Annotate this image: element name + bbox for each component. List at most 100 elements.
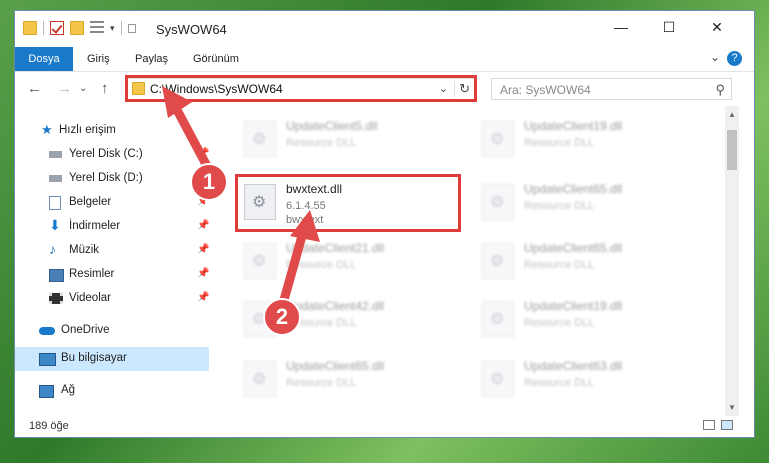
sidebar-item-label: Yerel Disk (C:) [69,148,143,160]
list-icon[interactable] [90,21,104,35]
file-description: Resource DLL [524,259,595,271]
file-name: UpdateClient21.dll [286,241,385,255]
details-view-icon[interactable] [703,420,715,430]
file-description: Resource DLL [524,200,595,212]
file-name: UpdateClient19.dll [524,299,623,313]
network-icon [39,385,54,398]
minimize-button[interactable]: — [611,19,631,35]
properties-check-icon[interactable] [50,21,64,35]
explorer-window: ▾ SysWOW64 — ☐ ✕ Dosya Giriş Paylaş Görü… [14,10,755,438]
onedrive-icon [39,327,55,335]
pin-icon[interactable]: 📌 [197,244,209,255]
pin-icon[interactable]: 📌 [197,268,209,279]
search-box[interactable]: Ara: SysWOW64 ⚲ [491,78,732,100]
scroll-up-icon[interactable]: ▲ [728,110,736,119]
pin-icon[interactable]: 📌 [197,292,209,303]
search-icon[interactable]: ⚲ [715,82,725,98]
star-icon: ★ [41,122,53,137]
new-folder-icon[interactable] [70,21,84,35]
dll-file-icon [482,243,514,279]
tab-file[interactable]: Dosya [15,47,73,71]
maximize-button[interactable]: ☐ [659,19,679,36]
sidebar-item-this-pc[interactable]: Bu bilgisayar [15,347,209,371]
tab-share[interactable]: Paylaş [125,47,178,71]
list-item[interactable]: UpdateClient63.dll Resource DLL [472,351,692,407]
pictures-icon [49,269,64,282]
dll-file-icon [482,301,514,337]
large-icons-view-icon[interactable] [721,420,733,430]
sidebar-item-label: Bu bilgisayar [61,352,127,364]
help-icon[interactable]: ? [727,51,742,66]
sidebar-item-label: Belgeler [69,196,112,208]
file-list: UpdateClient5.dll Resource DLL UpdateCli… [220,111,725,411]
step-badge-1: 1 [190,163,228,201]
list-item[interactable]: UpdateClient19.dll Resource DLL [472,111,692,167]
scroll-thumb[interactable] [727,130,737,170]
title-bar: ▾ SysWOW64 — ☐ ✕ [15,11,754,47]
file-name: UpdateClient65.dll [524,182,623,196]
status-bar: 189 öğe [15,415,754,437]
dll-file-icon [482,361,514,397]
file-description: Resource DLL [524,377,595,389]
search-input[interactable]: Ara: SysWOW64 [500,83,591,97]
list-item[interactable]: UpdateClient5.dll Resource DLL [234,111,454,167]
sidebar-item-local-disk-c[interactable]: Yerel Disk (C:) 📌 [15,143,209,167]
drive-icon [49,151,62,158]
sidebar-item-downloads[interactable]: ⬇ İndirmeler 📌 [15,215,209,239]
item-count: 189 öğe [29,420,69,432]
list-item[interactable]: UpdateClient65.dll Resource DLL [472,174,692,230]
file-highlight-box [235,174,461,232]
back-button[interactable]: ← [27,80,42,97]
recent-locations-icon[interactable]: ⌄ [79,83,87,94]
sidebar-item-network[interactable]: Ağ [15,379,209,403]
expand-ribbon-icon[interactable]: ⌄ [710,50,720,64]
documents-icon [49,196,61,210]
sidebar-item-label: OneDrive [61,324,110,336]
list-item[interactable]: UpdateClient19.dll Resource DLL [472,291,692,347]
file-description: Resource DLL [286,377,357,389]
computer-icon [39,353,56,366]
quick-access-toolbar: ▾ [23,21,136,35]
divider [43,21,44,35]
videos-icon [49,293,63,304]
close-button[interactable]: ✕ [707,19,727,36]
vertical-scrollbar[interactable]: ▲ ▼ [725,106,739,416]
tab-view[interactable]: Görünüm [183,47,249,71]
list-item[interactable]: UpdateClient21.dll Resource DLL [234,233,454,289]
forward-button[interactable]: → [57,80,72,97]
list-item[interactable]: UpdateClient65.dll Resource DLL [472,233,692,289]
list-item[interactable]: UpdateClient65.dll Resource DLL [234,351,454,407]
chevron-down-icon[interactable]: ▾ [110,23,115,34]
file-name: UpdateClient63.dll [524,359,623,373]
sidebar-item-music[interactable]: ♪ Müzik 📌 [15,239,209,263]
folder-icon[interactable] [23,21,37,35]
divider [120,21,122,35]
downloads-icon: ⬇ [49,217,61,233]
ribbon: Dosya Giriş Paylaş Görünüm ⌄ ? [15,47,754,72]
dll-file-icon [482,184,514,220]
file-description: Resource DLL [286,259,357,271]
file-description: Resource DLL [286,137,357,149]
sidebar-item-label: Videolar [69,292,111,304]
file-name: UpdateClient65.dll [286,359,385,373]
navigation-pane: ★ Hızlı erişim Yerel Disk (C:) 📌 Yerel D… [15,111,211,411]
up-button[interactable]: ↑ [101,80,109,97]
sidebar-item-pictures[interactable]: Resimler 📌 [15,263,209,287]
dll-file-icon [244,361,276,397]
file-name: UpdateClient19.dll [524,119,623,133]
tab-home[interactable]: Giriş [77,47,120,71]
sidebar-item-label: Yerel Disk (D:) [69,172,143,184]
pin-icon[interactable]: 📌 [197,220,209,231]
window-title: SysWOW64 [156,22,227,37]
scroll-down-icon[interactable]: ▼ [728,403,736,412]
app-icon [127,23,136,33]
file-name: UpdateClient42.dll [286,299,385,313]
file-description: Resource DLL [524,137,595,149]
sidebar-item-quick-access[interactable]: ★ Hızlı erişim [15,119,209,143]
sidebar-item-local-disk-d[interactable]: Yerel Disk (D:) 📌 [15,167,209,191]
sidebar-item-videos[interactable]: Videolar 📌 [15,287,209,311]
music-icon: ♪ [49,241,56,257]
sidebar-item-documents[interactable]: Belgeler 📌 [15,191,209,215]
pin-icon[interactable]: 📌 [197,148,209,159]
sidebar-item-onedrive[interactable]: OneDrive [15,319,209,343]
